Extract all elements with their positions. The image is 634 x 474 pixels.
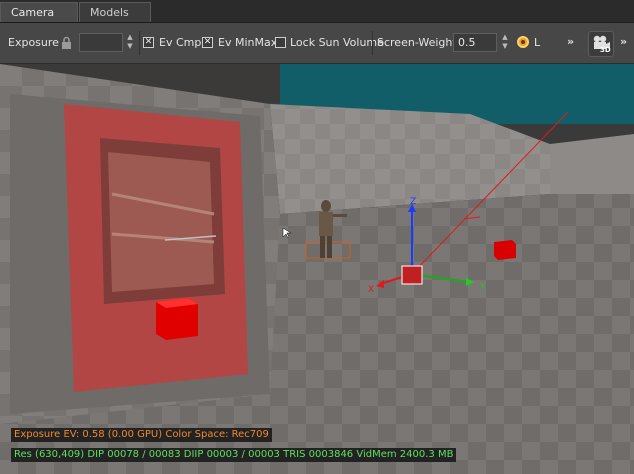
gizmo-z-label: Z [410,197,416,207]
camera-toolbar: Exposure ▲ ▼ ✕ Ev Cmp ✕ Ev MinMax Lock S… [0,23,634,64]
ev-cmp-label: Ev Cmp [159,36,202,49]
ev-cmp-checkbox[interactable]: ✕ [143,37,154,48]
overflow-chevron-icon[interactable]: » [620,35,627,48]
scene-render: Z Y X [0,64,634,474]
camera-mode-button[interactable]: 3D [588,31,614,57]
ev-minmax-label: Ev MinMax [218,36,278,49]
stepper-up-icon[interactable]: ▲ [124,33,136,42]
tab-models[interactable]: Models✕ [79,2,151,39]
exposure-input[interactable] [79,33,123,52]
l-label: L [534,36,541,49]
tab-models-label: Models [90,6,129,19]
lock-sun-volume-label: Lock Sun Volume [290,36,384,49]
render-stats-hud: Res (630,409) DIP 00078 / 00083 DIIP 000… [11,448,457,462]
l-radio-button[interactable] [517,36,529,48]
lock-icon[interactable] [61,36,72,52]
stepper-up-icon[interactable]: ▲ [499,33,511,42]
gizmo-y-label: Y [479,282,486,292]
tab-camera-label: Camera [11,6,55,19]
stepper-down-icon[interactable]: ▼ [499,42,511,51]
divider [372,31,373,55]
screen-weight-input[interactable]: 0.5 [453,33,497,52]
3d-viewport[interactable]: Z Y X [0,64,634,474]
divider [139,31,140,55]
gizmo-x-label: X [368,285,374,295]
screen-weight-label: Screen-Weight [377,36,457,49]
lock-sun-volume-checkbox[interactable] [275,37,286,48]
ev-minmax-checkbox[interactable]: ✕ [202,37,213,48]
red-cube-far[interactable] [494,240,516,260]
tab-camera[interactable]: Camera✕ [0,2,78,38]
overflow-chevron-icon[interactable]: » [567,35,574,48]
exposure-stepper[interactable]: ▲ ▼ [124,33,136,52]
tab-bar: Camera✕ Models✕ [0,0,634,39]
exposure-label: Exposure [8,36,59,49]
camera-mode-badge: 3D [600,46,611,54]
screen-weight-stepper[interactable]: ▲ ▼ [499,33,511,52]
exposure-hud: Exposure EV: 0.58 (0.00 GPU) Color Space… [11,428,272,442]
stepper-down-icon[interactable]: ▼ [124,42,136,51]
